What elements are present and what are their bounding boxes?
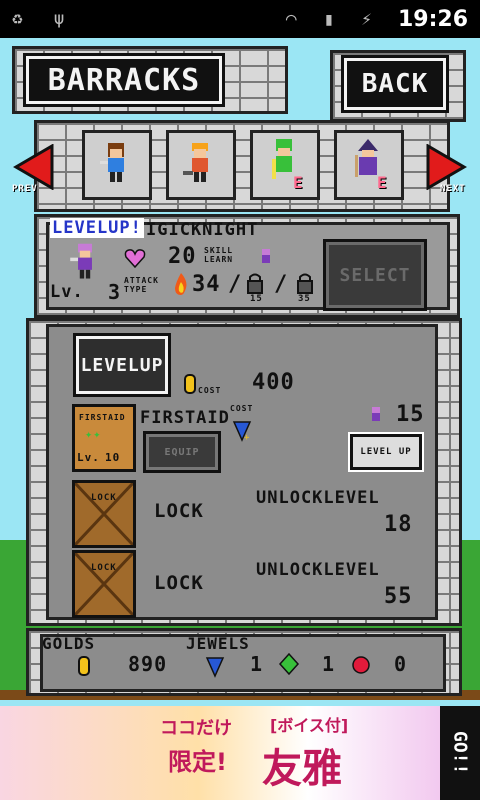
ad-go-button[interactable]: GO!!	[440, 706, 480, 800]
gold-coin-icon	[184, 374, 196, 394]
healer-badge: E	[293, 173, 304, 192]
jewel-red-icon	[352, 656, 370, 674]
golds-label: GOLDS	[42, 634, 96, 653]
jewel-red-count: 0	[394, 652, 408, 676]
hero-slot-mage[interactable]: E	[334, 130, 404, 200]
golds-value: 890	[128, 652, 168, 676]
attack-type-label: ATTACK TYPE	[124, 276, 159, 294]
jewel-green-icon	[278, 652, 300, 676]
unit-level-value: 3	[108, 280, 122, 304]
lock-text-2: LOCK	[154, 572, 204, 594]
ad-line2: 限定!	[168, 748, 227, 776]
ad-tag: [ボイス付]	[270, 716, 349, 735]
svg-text:+: +	[244, 433, 250, 442]
hero-slot-warrior[interactable]	[166, 130, 236, 200]
heart-icon	[124, 249, 146, 268]
status-bar: ♻ ψ ◠ ▮ ⚡ 19:26	[0, 0, 480, 38]
unlock-label-1: UNLOCKLEVEL	[256, 488, 380, 508]
skill-card-firstaid[interactable]: FIRSTAID ✦✦ Lv. 10	[72, 404, 136, 472]
page-title: BARRACKS	[26, 56, 222, 104]
skill-unit-count: 15	[396, 402, 425, 427]
unit-attack: 34	[192, 272, 221, 297]
skill-unit-small-icon	[372, 407, 380, 421]
jewels-label: JEWELS	[186, 634, 250, 653]
crate-icon	[75, 553, 133, 615]
skill-card-level-value: 10	[105, 451, 121, 464]
unlock-level-1: 18	[384, 512, 413, 537]
jewel-blue-icon	[205, 657, 225, 678]
skill-card-level-label: Lv.	[77, 451, 100, 464]
levelup-button[interactable]: LEVELUP	[76, 336, 168, 394]
ad-title: 友雅	[262, 746, 342, 792]
prev-label: PREV	[12, 184, 38, 194]
status-right-icons: ◠ ▮ ⚡	[285, 9, 380, 30]
skill-learn-label: SKILL LEARN	[204, 246, 234, 264]
gold-icon	[78, 656, 90, 676]
jewel-green-count: 1	[322, 652, 336, 676]
unit-level-label: Lv.	[50, 282, 84, 302]
status-time: 19:26	[397, 7, 468, 32]
unlock-level-2: 55	[384, 584, 413, 609]
unit-hp: 20	[168, 244, 197, 269]
skill-2-level: 35	[298, 294, 311, 304]
locked-slot-card-2: LOCK	[72, 550, 136, 618]
levelup-banner: LEVELUP!	[50, 218, 144, 238]
lock-text-1: LOCK	[154, 500, 204, 522]
skill-lock-1-icon	[247, 273, 263, 294]
skill-level-up-button[interactable]: LEVEL UP	[350, 434, 422, 470]
unit-name: IGICKNIGHT	[146, 220, 259, 240]
levelup-cost-label: COST	[198, 386, 222, 395]
skill-divider-2: /	[274, 272, 289, 297]
prev-button[interactable]: PREV	[12, 143, 56, 200]
jewel-blue-count: 1	[250, 652, 264, 676]
knight-sprite-icon	[100, 143, 124, 182]
unit-portrait-icon	[70, 243, 92, 279]
ad-line1: ココだけ	[160, 718, 232, 739]
equip-button[interactable]: EQUIP	[146, 434, 218, 470]
back-button[interactable]: BACK	[344, 58, 446, 110]
warrior-sprite-icon	[183, 143, 208, 182]
skill-unit-icon	[262, 249, 270, 263]
next-label: NEXT	[440, 184, 466, 194]
status-left-icons: ♻ ψ	[12, 8, 75, 29]
skill-cost-label: COST	[230, 404, 254, 413]
select-button[interactable]: SELECT	[326, 242, 424, 308]
skill-lock-2-icon	[297, 273, 313, 294]
blue-jewel-icon: +	[232, 421, 252, 442]
levelup-cost-value: 400	[252, 370, 295, 395]
fire-icon	[175, 273, 187, 295]
hero-slot-healer[interactable]: E	[250, 130, 320, 200]
skill-divider-1: /	[228, 272, 243, 297]
crate-icon	[75, 483, 133, 545]
next-button[interactable]: NEXT	[424, 143, 468, 200]
hero-slot-knight[interactable]	[82, 130, 152, 200]
skill-name: FIRSTAID	[140, 408, 230, 428]
sparkle-icon: ✦✦	[85, 427, 102, 441]
locked-slot-card-1: LOCK	[72, 480, 136, 548]
unlock-label-2: UNLOCKLEVEL	[256, 560, 380, 580]
ad-banner[interactable]: ココだけ 限定! [ボイス付] 友雅 GO!!	[0, 706, 480, 800]
skill-1-level: 15	[250, 294, 263, 304]
skill-card-label: FIRSTAID	[79, 413, 126, 422]
mage-badge: E	[377, 173, 388, 192]
